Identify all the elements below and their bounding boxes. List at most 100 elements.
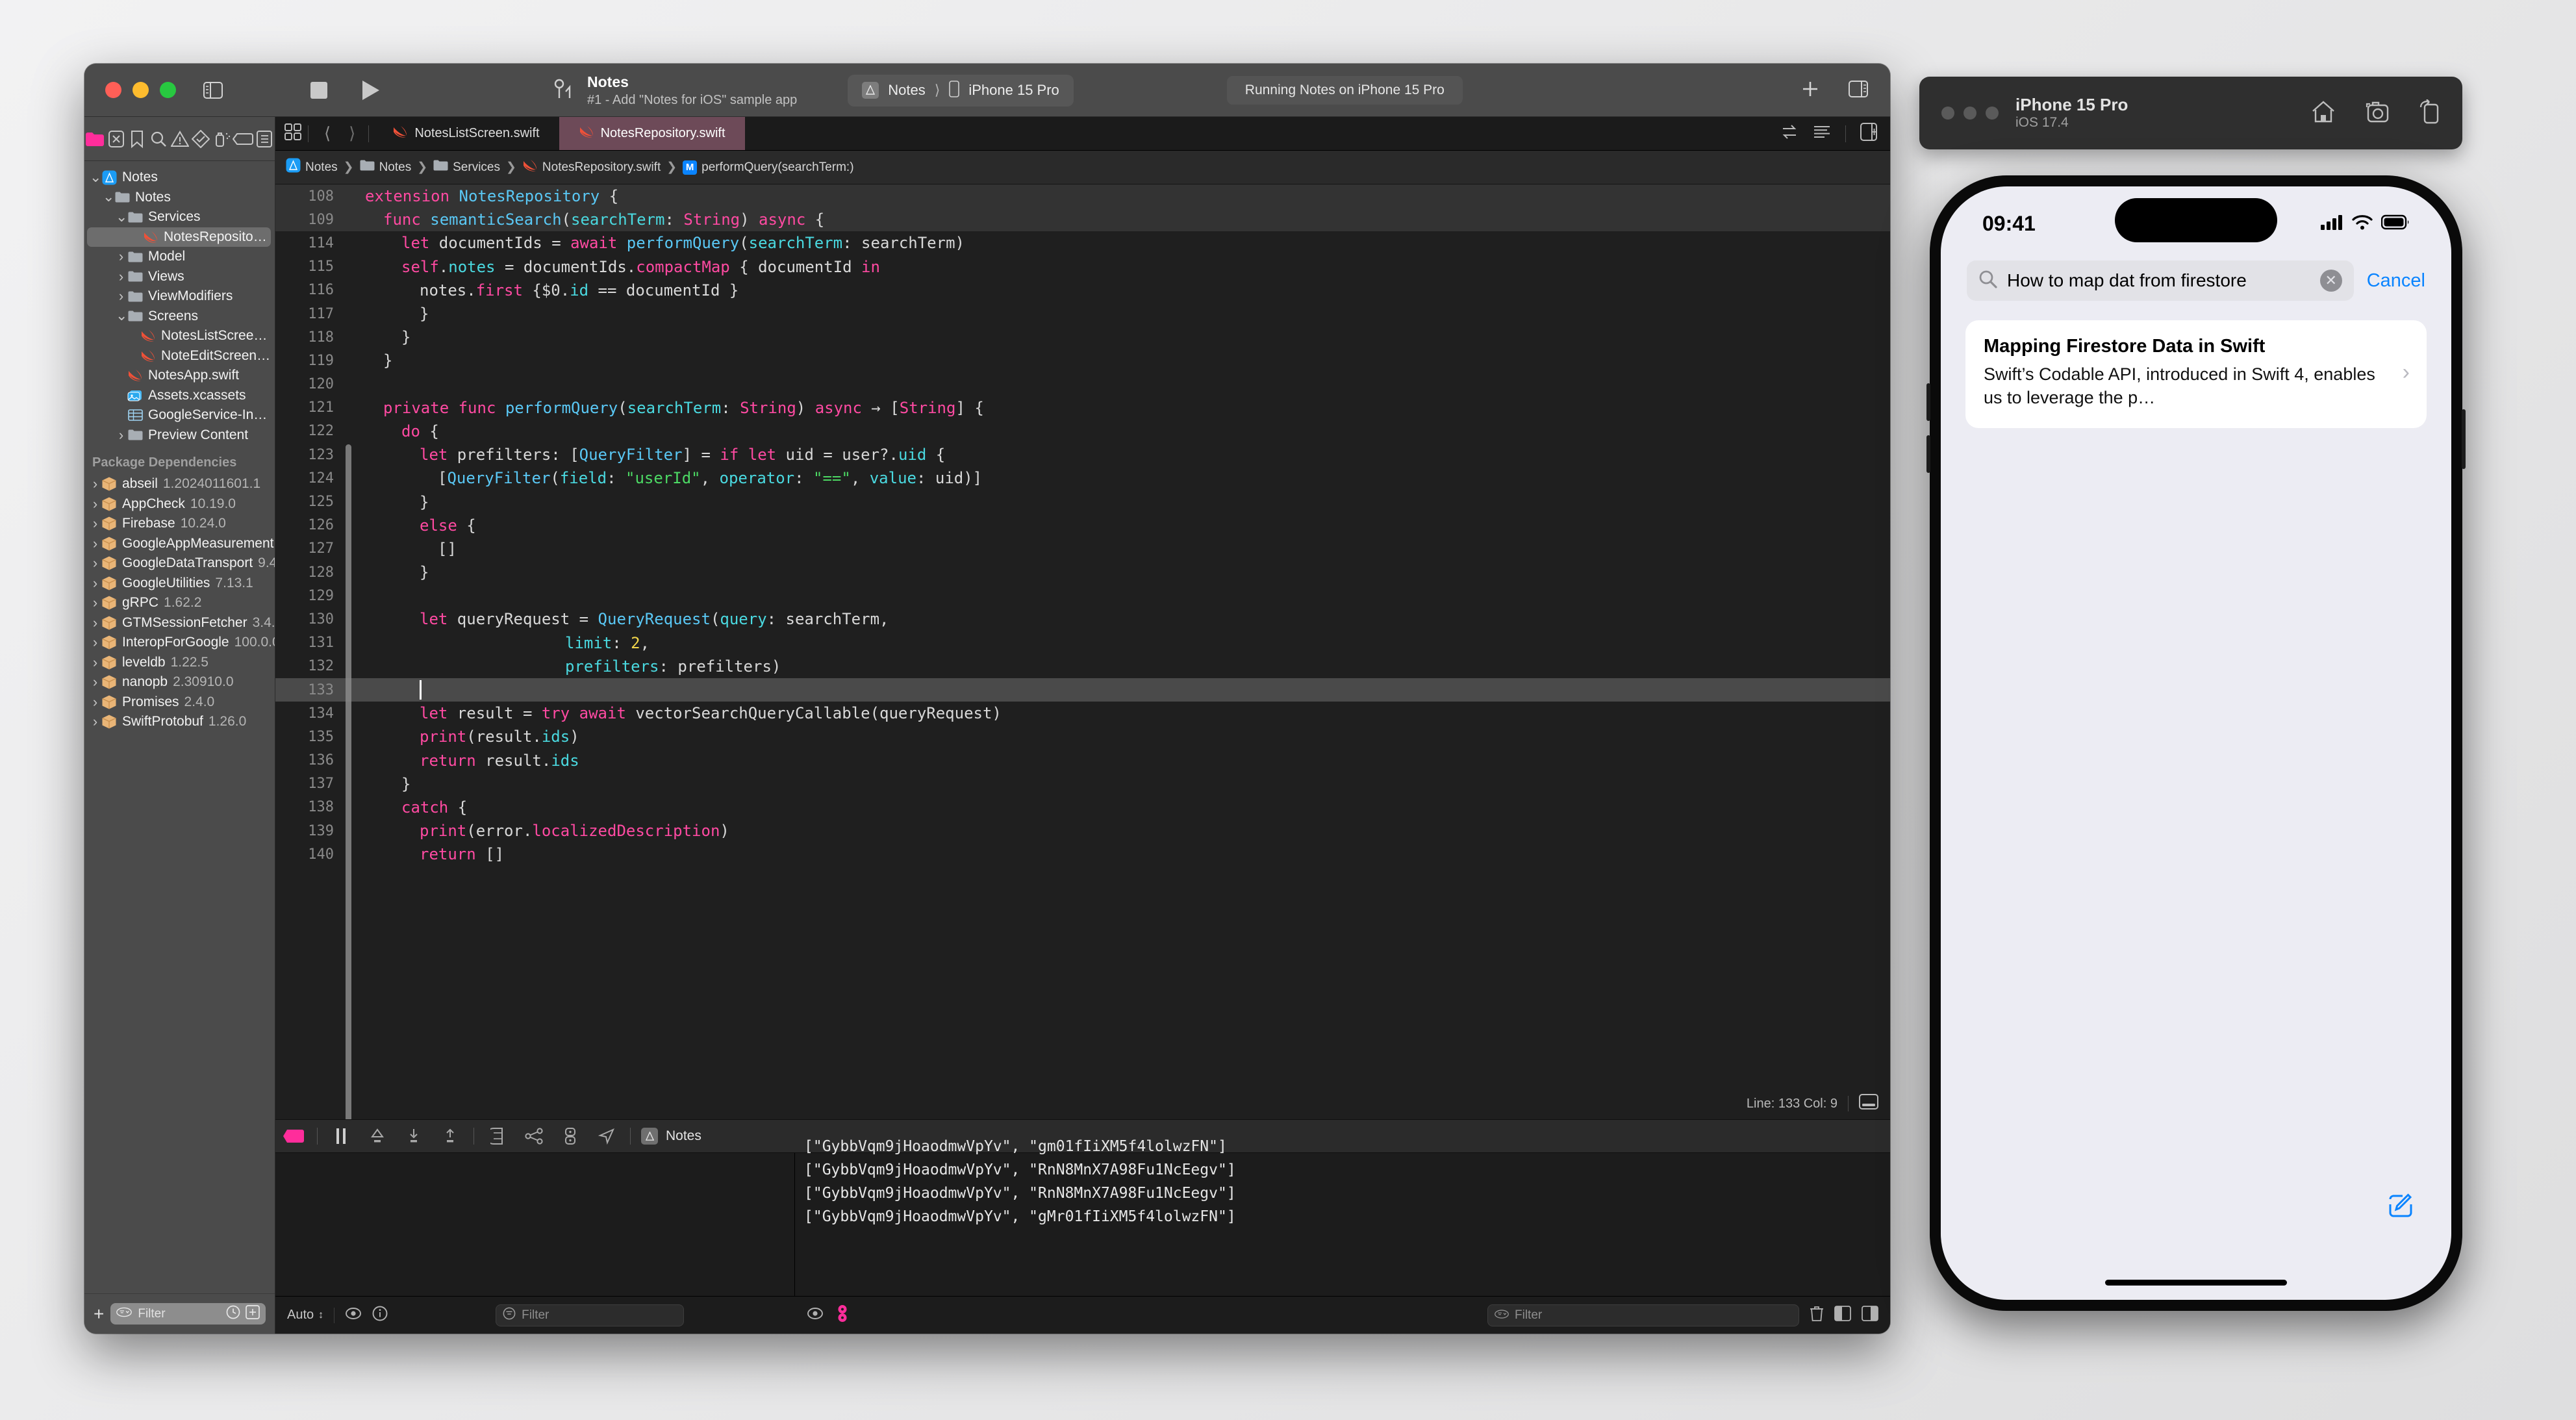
eye-icon[interactable]: [345, 1306, 362, 1325]
chevron-right-icon[interactable]: ›: [90, 477, 101, 491]
navigator-tab-project[interactable]: [84, 131, 106, 147]
split-left-icon[interactable]: [1834, 1305, 1851, 1325]
code-line[interactable]: 127 []: [275, 537, 1890, 561]
code-line[interactable]: 140 return []: [275, 843, 1890, 866]
code-line[interactable]: 115 self.notes = documentIds.compactMap {…: [275, 255, 1890, 279]
stack-icon[interactable]: [479, 1127, 516, 1145]
code-line[interactable]: 129: [275, 584, 1890, 607]
code-line[interactable]: 121 private func performQuery(searchTerm:…: [275, 396, 1890, 420]
navigator-item[interactable]: ⌄ Screens: [84, 307, 275, 327]
step-over-icon[interactable]: [359, 1128, 396, 1145]
chevron-right-icon[interactable]: ›: [116, 427, 127, 442]
navigator-tab-breakpoints[interactable]: [233, 133, 254, 146]
variables-filter-input[interactable]: Filter: [496, 1304, 685, 1326]
console-output[interactable]: ["GybbVqm9jHoaodmwVpYv", "gm01fIiXM5f4lo…: [795, 1131, 1890, 1296]
simulator-zoom-button[interactable]: [1986, 107, 1999, 120]
package-dependency-item[interactable]: › leveldb 1.22.5: [84, 653, 275, 673]
code-line[interactable]: 138 catch {: [275, 796, 1890, 819]
home-icon[interactable]: [2310, 99, 2336, 127]
package-dependency-item[interactable]: › GoogleUtilities 7.13.1: [84, 574, 275, 594]
package-dependency-item[interactable]: › Promises 2.4.0: [84, 692, 275, 713]
editor-options-icon[interactable]: [284, 123, 301, 144]
search-result-item[interactable]: Mapping Firestore Data in Swift Swift’s C…: [1965, 320, 2427, 428]
code-editor[interactable]: 108 extension NotesRepository {109 func se…: [275, 184, 1890, 1119]
editor-tab-active[interactable]: NotesRepository.swift: [559, 117, 745, 150]
cancel-search-button[interactable]: Cancel: [2367, 270, 2425, 292]
code-line[interactable]: 139 print(error.localizedDescription): [275, 819, 1890, 843]
code-line[interactable]: 137}: [275, 772, 1890, 796]
breadcrumb-item[interactable]: NotesRepository.swift: [522, 158, 661, 177]
simulator-close-button[interactable]: [1941, 107, 1954, 120]
location-icon[interactable]: [588, 1128, 625, 1145]
chevron-right-icon[interactable]: ›: [90, 596, 101, 610]
navigator-item[interactable]: Assets.xcassets: [84, 386, 275, 406]
chevron-right-icon[interactable]: ›: [90, 635, 101, 650]
debug-area-toggle-icon[interactable]: [1859, 1094, 1878, 1113]
navigator-tab-issues[interactable]: [169, 130, 190, 147]
navigator-tab-debug[interactable]: [211, 130, 233, 148]
navigator-filter-input[interactable]: Filter: [110, 1303, 266, 1325]
navigator-tab-reports[interactable]: [254, 130, 275, 147]
navigator-item[interactable]: NotesApp.swift: [84, 366, 275, 386]
navigator-item[interactable]: ⌄ Services: [84, 207, 275, 227]
inspector-toggle-icon[interactable]: [1849, 80, 1868, 101]
volume-up-button[interactable]: [1926, 383, 1930, 421]
chevron-right-icon[interactable]: ›: [90, 615, 101, 630]
navigator-item[interactable]: GoogleService-Info.plist: [84, 405, 275, 425]
code-line[interactable]: 108 extension NotesRepository {: [275, 184, 1890, 209]
chevron-right-icon[interactable]: ›: [90, 516, 101, 531]
navigator-item[interactable]: › Views: [84, 267, 275, 287]
info-icon[interactable]: [372, 1306, 388, 1325]
package-dependency-item[interactable]: › gRPC 1.62.2: [84, 593, 275, 613]
chevron-right-icon[interactable]: ›: [116, 269, 127, 284]
chevron-right-icon[interactable]: ›: [90, 496, 101, 511]
breadcrumb-item[interactable]: Services: [433, 159, 500, 175]
iphone-screen[interactable]: 09:41 How to map dat from firestore ✕ Ca…: [1941, 186, 2451, 1300]
console-filter-input[interactable]: Filter: [1487, 1304, 1799, 1326]
sidebar-toggle-icon[interactable]: [203, 81, 223, 99]
code-line[interactable]: 116 notes.first {$0.id == documentId }: [275, 279, 1890, 302]
code-line[interactable]: 128}: [275, 561, 1890, 584]
minimap-icon[interactable]: [1813, 125, 1831, 142]
auto-selector[interactable]: Auto ↕: [287, 1308, 323, 1323]
debug-process-selector[interactable]: Notes: [636, 1128, 701, 1145]
package-dependency-item[interactable]: › GTMSessionFetcher 3.4.1: [84, 613, 275, 633]
code-line[interactable]: 125}: [275, 490, 1890, 513]
chevron-down-icon[interactable]: ⌄: [116, 309, 127, 323]
code-line[interactable]: 136 return result.ids: [275, 749, 1890, 772]
navigator-tab-search[interactable]: [148, 131, 170, 147]
package-dependency-item[interactable]: › AppCheck 10.19.0: [84, 494, 275, 514]
chevron-right-icon[interactable]: ›: [90, 576, 101, 590]
simulator-minimize-button[interactable]: [1964, 107, 1976, 120]
step-out-icon[interactable]: [432, 1128, 468, 1145]
source-control-filter-icon[interactable]: [246, 1304, 260, 1323]
variables-view[interactable]: [275, 1153, 795, 1296]
add-file-button[interactable]: +: [94, 1304, 104, 1323]
console-filter-mode-icon[interactable]: [834, 1304, 851, 1327]
code-line-active[interactable]: 133: [275, 678, 1890, 702]
screenshot-icon[interactable]: [2364, 100, 2391, 127]
package-dependency-item[interactable]: › abseil 1.2024011601.1: [84, 474, 275, 494]
navigate-back-button[interactable]: ⟨: [315, 123, 340, 144]
breadcrumb-item[interactable]: Notes: [360, 159, 411, 175]
compose-icon[interactable]: [2386, 1191, 2415, 1223]
navigator-tab-source-control[interactable]: [106, 130, 127, 147]
chevron-right-icon[interactable]: ›: [90, 675, 101, 689]
code-line[interactable]: 123 let prefilters: [QueryFilter] = if le…: [275, 443, 1890, 466]
recent-files-icon[interactable]: [226, 1305, 240, 1323]
chevron-down-icon[interactable]: ⌄: [90, 170, 101, 184]
step-into-icon[interactable]: [396, 1128, 432, 1145]
package-dependency-item[interactable]: ›GoogleAppMeasurement10.24.0: [84, 534, 275, 554]
code-line[interactable]: 126 else {: [275, 514, 1890, 537]
breadcrumb-item[interactable]: MperformQuery(searchTerm:): [683, 160, 854, 175]
code-line[interactable]: 109 func semanticSearch(searchTerm: Strin…: [275, 208, 1890, 232]
navigator-item[interactable]: › Preview Content: [84, 425, 275, 446]
add-icon[interactable]: [1800, 79, 1820, 102]
scheme-selector[interactable]: Notes ⟩ iPhone 15 Pro: [848, 74, 1074, 107]
home-indicator[interactable]: [2105, 1280, 2287, 1286]
chevron-right-icon[interactable]: ›: [116, 289, 127, 303]
minimize-button[interactable]: [133, 82, 149, 98]
code-line[interactable]: 131 limit: 2,: [275, 631, 1890, 655]
code-line[interactable]: 122 do {: [275, 420, 1890, 443]
zoom-button[interactable]: [160, 82, 176, 98]
